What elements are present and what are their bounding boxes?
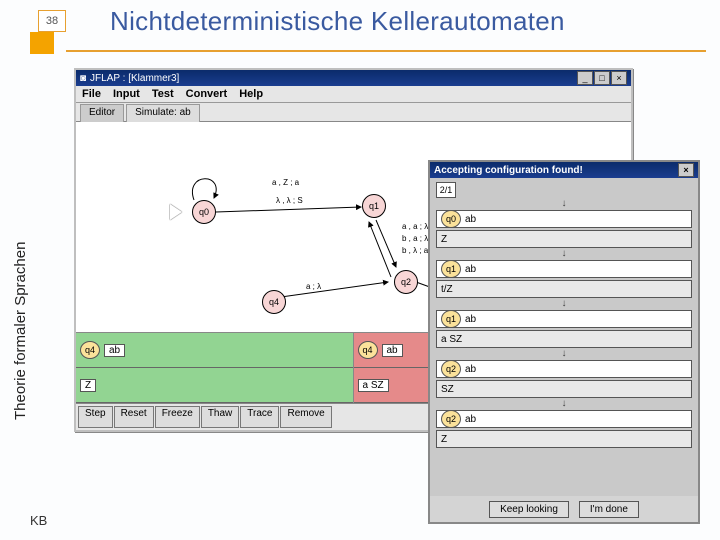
transition-label: a , Z ; a: [272, 178, 299, 187]
transition-label: b , a ; λ: [402, 234, 428, 243]
state-q2[interactable]: q2: [394, 270, 418, 294]
trace-input: ab: [465, 264, 476, 275]
footer-kb: KB: [30, 513, 47, 528]
trace-stack: Z: [436, 230, 692, 248]
state-q1[interactable]: q1: [362, 194, 386, 218]
close-button[interactable]: ×: [611, 71, 627, 85]
freeze-button[interactable]: Freeze: [155, 406, 200, 428]
trace-input: ab: [465, 364, 476, 375]
transition-label: b , λ ; a: [402, 246, 428, 255]
sim-stack: Z: [80, 379, 96, 392]
arrow-down-icon: ↓: [436, 350, 692, 358]
state-q0[interactable]: q0: [192, 200, 216, 224]
trace-state: q2: [441, 410, 461, 428]
trace-row: q1 ab: [436, 310, 692, 328]
trace-state: q0: [441, 210, 461, 228]
sim-input: ab: [104, 344, 125, 357]
trace-row: q2 ab: [436, 410, 692, 428]
slide-title: Nichtdeterministische Kellerautomaten: [110, 6, 565, 37]
sim-state-chip: q4: [358, 341, 378, 359]
arrow-down-icon: ↓: [436, 250, 692, 258]
popup-title: Accepting configuration found!: [434, 165, 583, 176]
step-button[interactable]: Step: [78, 406, 113, 428]
slide: 38 Nichtdeterministische Kellerautomaten…: [0, 0, 720, 540]
tab-bar: Editor Simulate: ab: [76, 103, 631, 122]
popup-tag: 2/1: [436, 182, 456, 198]
tab-simulate[interactable]: Simulate: ab: [126, 104, 200, 122]
sim-row: Z: [76, 368, 353, 403]
trace-input: ab: [465, 214, 476, 225]
topbar: 38 Nichtdeterministische Kellerautomaten: [0, 4, 720, 52]
maximize-button[interactable]: □: [594, 71, 610, 85]
trace-row: q0 ab: [436, 210, 692, 228]
trace-stack: t/Z: [436, 280, 692, 298]
transition-label: a ; λ: [306, 282, 321, 291]
menu-test[interactable]: Test: [152, 88, 174, 100]
sim-panel-accept: q4 ab Z: [76, 333, 354, 403]
transition-label: a , a ; λ: [402, 222, 428, 231]
accepting-popup: Accepting configuration found! × 2/1 ↓ q…: [428, 160, 700, 524]
trace-state: q2: [441, 360, 461, 378]
menu-bar: File Input Test Convert Help: [76, 86, 631, 103]
minimize-button[interactable]: _: [577, 71, 593, 85]
menu-help[interactable]: Help: [239, 88, 263, 100]
trace-input: ab: [465, 314, 476, 325]
popup-body: 2/1 ↓ q0 ab Z ↓ q1 ab t/Z ↓ q1 ab a SZ ↓ q2…: [430, 178, 698, 496]
trace-state: q1: [441, 310, 461, 328]
menu-file[interactable]: File: [82, 88, 101, 100]
remove-button[interactable]: Remove: [280, 406, 331, 428]
trace-row: q2 ab: [436, 360, 692, 378]
arrow-down-icon: ↓: [436, 200, 692, 208]
im-done-button[interactable]: I'm done: [579, 501, 639, 518]
initial-marker: [170, 204, 182, 220]
trace-stack: SZ: [436, 380, 692, 398]
popup-close-button[interactable]: ×: [678, 163, 694, 177]
menu-convert[interactable]: Convert: [186, 88, 228, 100]
menu-input[interactable]: Input: [113, 88, 140, 100]
state-extra[interactable]: q4: [262, 290, 286, 314]
popup-titlebar: Accepting configuration found! ×: [430, 162, 698, 178]
transition-label: λ , λ ; S: [276, 196, 303, 205]
sim-row: q4 ab: [76, 333, 353, 368]
trace-state: q1: [441, 260, 461, 278]
page-number: 38: [38, 10, 66, 32]
arrow-down-icon: ↓: [436, 400, 692, 408]
trace-stack: a SZ: [436, 330, 692, 348]
trace-stack: Z: [436, 430, 692, 448]
trace-input: ab: [465, 414, 476, 425]
side-label: Theorie formaler Sprachen: [12, 242, 29, 420]
sim-stack: a SZ: [358, 379, 389, 392]
tab-editor[interactable]: Editor: [80, 104, 124, 122]
sim-input: ab: [382, 344, 403, 357]
arrow-down-icon: ↓: [436, 300, 692, 308]
popup-buttons: Keep looking I'm done: [430, 496, 698, 522]
jflap-titlebar: ◙ JFLAP : [Klammer3] _ □ ×: [76, 70, 631, 86]
keep-looking-button[interactable]: Keep looking: [489, 501, 569, 518]
jflap-window-title: JFLAP : [Klammer3]: [90, 73, 179, 84]
sim-state-chip: q4: [80, 341, 100, 359]
trace-row: q1 ab: [436, 260, 692, 278]
app-icon: ◙: [80, 73, 86, 84]
accent-square: [30, 32, 54, 54]
thaw-button[interactable]: Thaw: [201, 406, 239, 428]
trace-button[interactable]: Trace: [240, 406, 279, 428]
reset-button[interactable]: Reset: [114, 406, 154, 428]
title-rule: [66, 50, 706, 52]
